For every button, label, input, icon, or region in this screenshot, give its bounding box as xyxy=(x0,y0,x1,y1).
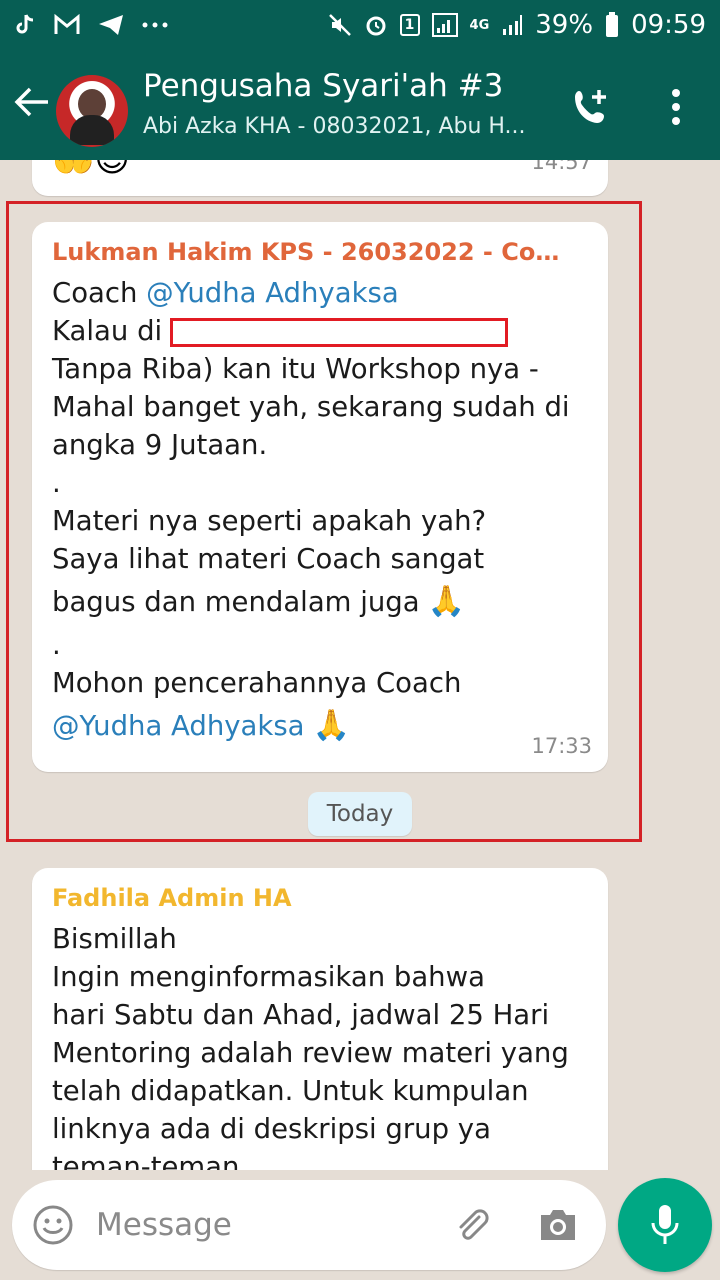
message-line: Tanpa Riba) kan itu Workshop nya - xyxy=(52,353,539,385)
more-vert-icon xyxy=(672,89,680,125)
sim-badge: 1 xyxy=(399,14,420,36)
mention-link[interactable]: @Yudha Adhyaksa xyxy=(146,277,399,309)
message-text: Coach @Yudha Adhyaksa Kalau di Tanpa Rib… xyxy=(52,274,592,750)
compose-bar xyxy=(0,1170,720,1280)
emoji-button[interactable] xyxy=(30,1202,76,1248)
message-line: @Yudha Adhyaksa 🙏 xyxy=(52,702,592,750)
status-left-icons xyxy=(14,13,168,37)
chat-messages[interactable]: 🤲😊 14:57 Lukman Hakim KPS - 26032022 - C… xyxy=(0,160,720,1170)
emoji-reaction: 🤲😊 xyxy=(52,160,130,180)
tiktok-icon xyxy=(14,13,36,37)
message-line: . xyxy=(52,467,61,499)
group-avatar[interactable] xyxy=(56,75,128,147)
message-line: Bismillah xyxy=(52,923,177,955)
sender-name[interactable]: Fadhila Admin HA xyxy=(52,884,582,912)
message-line: teman-teman. xyxy=(52,1151,249,1170)
text-span: Kalau di xyxy=(52,315,163,347)
pray-emoji: 🙏 xyxy=(312,708,350,743)
message-line: Kalau di xyxy=(52,312,592,350)
message-line: bagus dan mendalam juga 🙏 xyxy=(52,578,592,626)
battery-icon xyxy=(605,12,619,38)
chat-header: Pengusaha Syari'ah #3 Abi Azka KHA - 080… xyxy=(0,50,720,160)
message-line: hari Sabtu dan Ahad, jadwal 25 Hari xyxy=(52,999,550,1031)
sender-name[interactable]: Lukman Hakim KPS - 26032022 - Comp... xyxy=(52,238,582,266)
text-span: Coach xyxy=(52,277,147,309)
message-time: 17:33 xyxy=(531,734,592,758)
message-bubble-fadhila[interactable]: Fadhila Admin HA Bismillah Ingin menginf… xyxy=(32,868,608,1170)
paperclip-icon xyxy=(459,1209,489,1240)
signal-icon xyxy=(431,13,458,37)
message-line: Ingin menginformasikan bahwa xyxy=(52,961,485,993)
more-dots-icon xyxy=(142,21,168,29)
message-line: linknya ada di deskripsi grup ya xyxy=(52,1113,491,1145)
battery-percent: 39% xyxy=(535,10,594,40)
mute-icon xyxy=(328,13,352,37)
message-line: Mahal banget yah, sekarang sudah di xyxy=(52,391,570,423)
message-line: telah didapatkan. Untuk kumpulan xyxy=(52,1075,529,1107)
redaction-box xyxy=(170,317,509,347)
pray-emoji: 🙏 xyxy=(427,584,465,619)
status-bar: 1 4G 39% 09:59 xyxy=(0,0,720,50)
attach-button[interactable] xyxy=(448,1202,494,1248)
message-line: Coach @Yudha Adhyaksa xyxy=(52,274,592,312)
camera-icon xyxy=(541,1210,575,1240)
chat-title[interactable]: Pengusaha Syari'ah #3 xyxy=(143,68,503,104)
message-line: Mohon pencerahannya Coach xyxy=(52,667,462,699)
message-line: Saya lihat materi Coach sangat xyxy=(52,543,485,575)
microphone-icon xyxy=(651,1205,679,1244)
network-type: 4G xyxy=(469,17,490,33)
status-right-icons: 1 4G 39% 09:59 xyxy=(328,10,706,40)
message-bubble-lukman[interactable]: Lukman Hakim KPS - 26032022 - Comp... Co… xyxy=(32,222,608,772)
signal-bars-icon xyxy=(501,13,523,37)
telegram-icon xyxy=(98,14,124,36)
phone-add-icon xyxy=(575,90,606,123)
message-line: angka 9 Jutaan. xyxy=(52,429,268,461)
mention-link[interactable]: @Yudha Adhyaksa xyxy=(52,710,305,742)
message-bubble-previous[interactable]: 🤲😊 14:57 xyxy=(32,160,608,196)
message-time: 14:57 xyxy=(531,160,592,174)
message-line: . xyxy=(52,629,61,661)
add-call-button[interactable] xyxy=(566,82,616,132)
compose-pill xyxy=(12,1180,606,1270)
message-line: Materi nya seperti apakah yah? xyxy=(52,505,487,537)
arrow-left-icon xyxy=(14,87,48,117)
camera-button[interactable] xyxy=(534,1202,582,1248)
clock: 09:59 xyxy=(631,10,706,40)
smiley-icon xyxy=(33,1205,73,1245)
avatar-body xyxy=(70,115,114,145)
message-line: Mentoring adalah review materi yang xyxy=(52,1037,569,1069)
back-button[interactable] xyxy=(10,80,54,124)
chat-subtitle[interactable]: Abi Azka KHA - 08032021, Abu H... xyxy=(143,114,543,139)
overflow-menu-button[interactable] xyxy=(654,82,698,132)
message-text: Bismillah Ingin menginformasikan bahwa h… xyxy=(52,920,592,1170)
gmail-icon xyxy=(54,14,80,36)
mic-button[interactable] xyxy=(618,1178,712,1272)
alarm-icon xyxy=(364,13,388,37)
message-input[interactable] xyxy=(96,1202,426,1248)
text-span: bagus dan mendalam juga xyxy=(52,586,420,618)
day-divider: Today xyxy=(308,792,412,836)
